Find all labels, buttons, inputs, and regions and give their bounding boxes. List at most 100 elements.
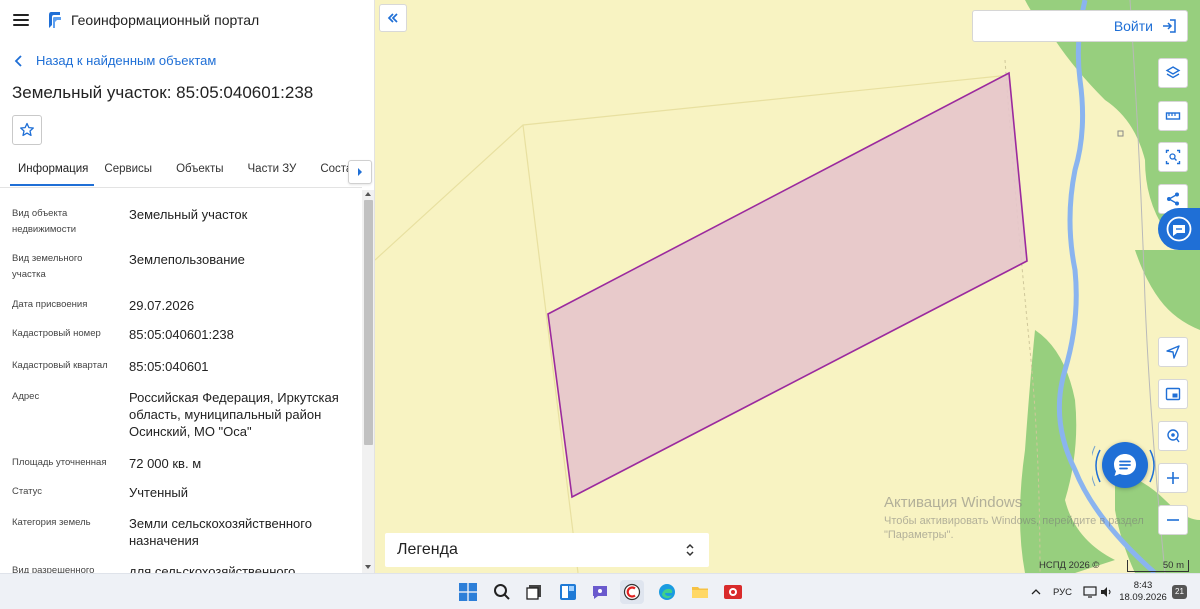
object-title: Земельный участок: 85:05:040601:238 — [12, 83, 314, 102]
volume-icon[interactable] — [1100, 574, 1114, 609]
measure-button[interactable] — [1158, 101, 1188, 131]
map-view[interactable]: Войти Легенда Активация Windows Чтобы ак… — [375, 0, 1200, 573]
divider — [0, 187, 362, 188]
search-icon[interactable] — [490, 580, 514, 604]
navigate-icon — [1166, 345, 1180, 359]
tabs-next-button[interactable] — [348, 160, 372, 184]
watermark-text: "Параметры". — [884, 529, 954, 541]
property-label: Дата присвоения — [12, 299, 88, 310]
tab-bar: Информация Сервисы Объекты Части ЗУ Сост… — [10, 158, 355, 186]
windows-start-icon[interactable] — [456, 580, 480, 604]
login-button[interactable]: Войти — [972, 10, 1188, 42]
property-value: 72 000 кв. м — [129, 456, 202, 471]
property-label: Категория земель — [12, 517, 91, 528]
clock-time: 8:43 — [1133, 580, 1153, 591]
property-label: Статус — [12, 486, 43, 497]
support-button[interactable] — [1158, 208, 1200, 250]
teams-chat-icon[interactable] — [588, 580, 612, 604]
chat-button[interactable] — [1102, 442, 1148, 488]
clock-date: 18.09.2026 — [1119, 592, 1167, 603]
windows-taskbar: РУС 8:43 18.09.2026 21 — [0, 573, 1200, 609]
back-link-label: Назад к найденным объектам — [36, 53, 217, 68]
share-icon — [1167, 192, 1179, 206]
chevron-right-icon — [358, 168, 362, 176]
tray-language[interactable]: РУС — [1053, 574, 1072, 609]
property-label: Адрес — [12, 391, 40, 402]
chat-widget — [1092, 436, 1156, 496]
property-value: 85:05:040601:238 — [129, 327, 234, 342]
zoom-out-button[interactable] — [1158, 505, 1188, 535]
browser-app-icon[interactable] — [620, 580, 644, 604]
login-icon — [1163, 19, 1176, 33]
property-label: Кадастровый номер — [12, 328, 101, 339]
select-area-icon — [1165, 149, 1181, 165]
property-value: 85:05:040601 — [129, 359, 209, 374]
map-scale: 50 m — [1127, 560, 1189, 572]
legend-dropdown[interactable]: Легенда — [385, 533, 709, 567]
ruler-icon — [1165, 112, 1181, 120]
app-icon-red[interactable] — [721, 580, 745, 604]
map-copyright: НСПД 2026 © — [1039, 560, 1100, 571]
property-label: Вид разрешенного — [12, 565, 95, 573]
chevron-left-icon — [14, 54, 22, 67]
property-label: Кадастровый квартал — [12, 360, 108, 371]
notifications-badge[interactable]: 21 — [1172, 585, 1187, 599]
layers-button[interactable] — [1158, 58, 1188, 88]
back-to-results-link[interactable]: Назад к найденным объектам — [14, 53, 216, 68]
side-panel: Геоинформационный портал Назад к найденн… — [0, 0, 375, 573]
minimap-button[interactable] — [1158, 379, 1188, 409]
tab-objects[interactable]: Объекты — [176, 158, 223, 186]
property-value: Учтенный — [129, 485, 189, 500]
property-value: Земельный участок — [129, 207, 248, 222]
property-label: Вид объекта недвижимости — [12, 208, 77, 235]
chat-icon — [1114, 454, 1136, 476]
layers-icon — [1165, 66, 1181, 79]
collapse-panel-button[interactable] — [379, 4, 407, 32]
tray-overflow-icon[interactable] — [1031, 574, 1041, 609]
property-value: 29.07.2026 — [129, 298, 195, 313]
property-label: Площадь уточненная — [12, 457, 107, 468]
map-canvas[interactable] — [375, 0, 1200, 573]
support-chat-icon — [1166, 216, 1192, 242]
scroll-up-icon[interactable] — [365, 192, 371, 196]
double-chevron-left-icon — [387, 13, 398, 23]
windows-activation-watermark: Активация Windows Чтобы активировать Win… — [884, 494, 1144, 542]
login-label: Войти — [1113, 18, 1153, 34]
chevron-up-down-icon — [686, 543, 694, 557]
scrollbar-thumb[interactable] — [364, 200, 373, 445]
edge-browser-icon[interactable] — [655, 580, 679, 604]
zoom-out-icon — [1167, 519, 1179, 521]
zoom-in-icon — [1167, 472, 1179, 484]
system-clock[interactable]: 8:43 18.09.2026 — [1118, 580, 1168, 604]
location-search-icon — [1167, 429, 1180, 443]
selected-parcel[interactable] — [547, 71, 1028, 499]
app-title: Геоинформационный портал — [71, 12, 260, 28]
zoom-in-button[interactable] — [1158, 463, 1188, 493]
tab-parcel-parts[interactable]: Части ЗУ — [248, 158, 297, 186]
property-value: Российская Федерация, Иркутская область,… — [129, 390, 339, 439]
tab-information[interactable]: Информация — [10, 158, 95, 186]
location-search-button[interactable] — [1158, 421, 1188, 451]
portal-logo-icon — [49, 12, 61, 28]
file-explorer-icon[interactable] — [688, 580, 712, 604]
top-bar: Геоинформационный портал — [0, 0, 374, 40]
scroll-down-icon[interactable] — [365, 565, 371, 569]
property-value: Земли сельскохозяйственного назначения — [129, 516, 312, 548]
property-label: Вид земельного участка — [12, 253, 83, 280]
property-value: Землепользование — [129, 252, 245, 267]
map-point-marker — [1117, 130, 1124, 137]
property-value: для сельскохозяйственного — [129, 564, 296, 573]
select-area-button[interactable] — [1158, 142, 1188, 172]
legend-label: Легенда — [397, 541, 458, 558]
panel-scrollbar[interactable] — [362, 190, 374, 573]
favorite-button[interactable] — [12, 115, 42, 145]
watermark-title: Активация Windows — [884, 494, 1023, 511]
tab-services[interactable]: Сервисы — [104, 158, 152, 186]
network-icon[interactable] — [1083, 574, 1097, 609]
task-view-icon[interactable] — [522, 580, 546, 604]
navigate-button[interactable] — [1158, 337, 1188, 367]
hamburger-menu-icon[interactable] — [13, 14, 29, 26]
watermark-text: Чтобы активировать Windows, перейдите в … — [884, 515, 1144, 527]
picture-in-picture-icon — [1165, 387, 1181, 401]
widgets-icon[interactable] — [556, 580, 580, 604]
